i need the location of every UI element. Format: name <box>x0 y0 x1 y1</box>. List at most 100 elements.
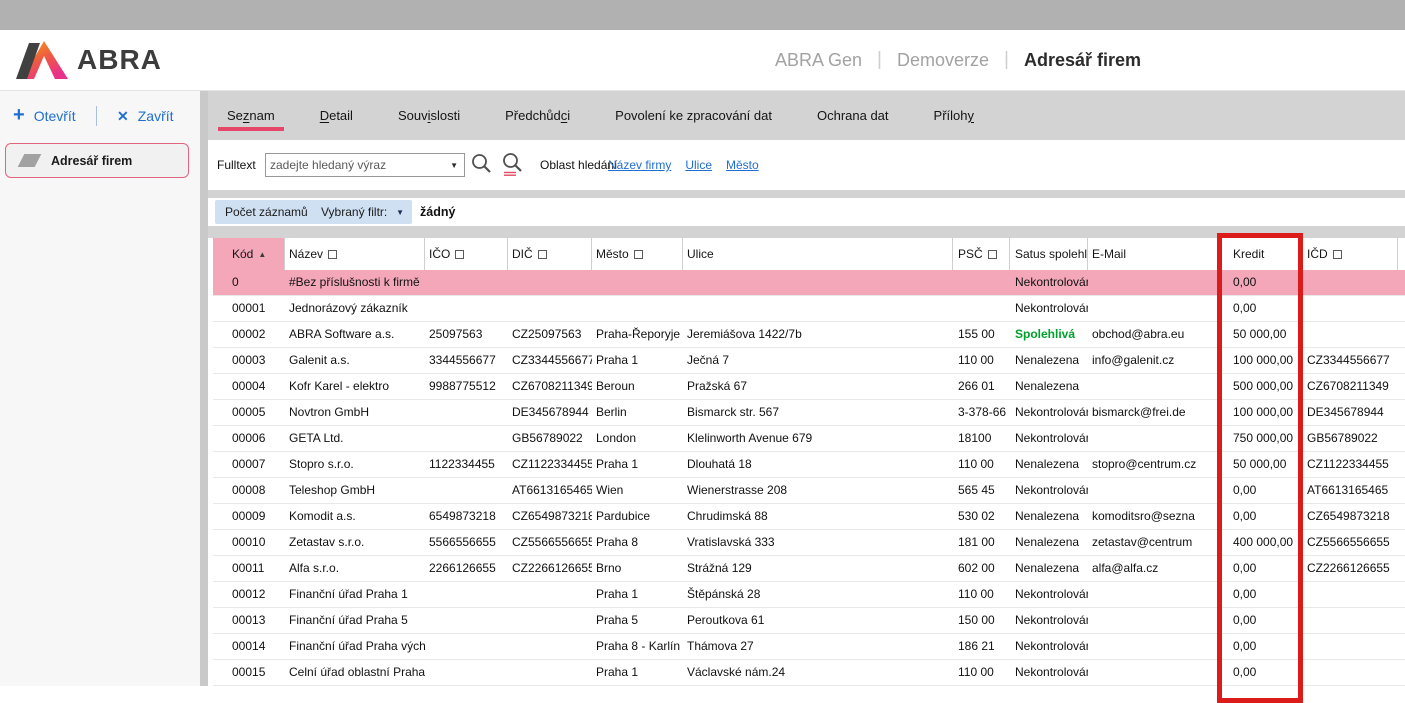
cell-mesto[interactable]: Praha 8 <box>592 530 683 555</box>
cell-status[interactable]: Nekontrolována <box>1010 660 1088 685</box>
cell-psc[interactable]: 110 00 <box>953 582 1010 607</box>
cell-nazev[interactable]: #Bez příslušnosti k firmě <box>285 270 425 295</box>
cell-email[interactable] <box>1088 660 1222 685</box>
cell-email[interactable] <box>1088 634 1222 659</box>
cell-psc[interactable]: 266 01 <box>953 374 1010 399</box>
cell-psc[interactable]: 530 02 <box>953 504 1010 529</box>
open-button[interactable]: + Otevřít <box>13 99 76 133</box>
column-filter-icon[interactable] <box>1333 250 1342 259</box>
cell-kredit[interactable]: 50 000,00 <box>1222 452 1299 477</box>
cell-kredit[interactable]: 0,00 <box>1222 608 1299 633</box>
table-row[interactable]: 0#Bez příslušnosti k firmě Nekontrolována… <box>213 270 1405 296</box>
cell-dic[interactable]: CZ3344556677 <box>508 348 592 373</box>
cell-dic[interactable] <box>508 296 592 321</box>
cell-dic[interactable]: CZ5566556655 <box>508 530 592 555</box>
cell-icd[interactable] <box>1299 582 1398 607</box>
search-highlight-icon[interactable] <box>501 140 525 190</box>
cell-mesto[interactable]: Praha 5 <box>592 608 683 633</box>
cell-email[interactable] <box>1088 582 1222 607</box>
cell-ulice[interactable]: Štěpánská 28 <box>683 582 953 607</box>
cell-mesto[interactable]: Praha 1 <box>592 582 683 607</box>
cell-dic[interactable]: CZ6708211349 <box>508 374 592 399</box>
selected-filter-dropdown[interactable]: Vybraný filtr: ▼ <box>313 200 412 224</box>
cell-dic[interactable] <box>508 582 592 607</box>
cell-ulice[interactable]: Dlouhatá 18 <box>683 452 953 477</box>
cell-icd[interactable]: AT6613165465 <box>1299 478 1398 503</box>
cell-kredit[interactable]: 0,00 <box>1222 634 1299 659</box>
cell-ico[interactable]: 25097563 <box>425 322 508 347</box>
cell-status[interactable]: Nekontrolována <box>1010 634 1088 659</box>
table-row[interactable]: 00008Teleshop GmbHAT6613165465WienWiener… <box>213 478 1405 504</box>
cell-mesto[interactable]: Praha 1 <box>592 660 683 685</box>
breadcrumb-app[interactable]: ABRA Gen <box>775 50 862 71</box>
cell-psc[interactable]: 181 00 <box>953 530 1010 555</box>
cell-psc[interactable]: 155 00 <box>953 322 1010 347</box>
tab-p-edch-dci[interactable]: Předchůdci <box>495 91 580 140</box>
cell-dic[interactable]: CZ2266126655 <box>508 556 592 581</box>
cell-dic[interactable]: GB56789022 <box>508 426 592 451</box>
cell-status[interactable]: Spolehlivá <box>1010 322 1088 347</box>
cell-ico[interactable] <box>425 426 508 451</box>
column-header-email[interactable]: E-Mail <box>1088 238 1222 270</box>
cell-kod[interactable]: 00005 <box>213 400 285 425</box>
table-row[interactable]: 00015Celní úřad oblastní PrahaPraha 1Vác… <box>213 660 1405 686</box>
cell-ulice[interactable]: Ječná 7 <box>683 348 953 373</box>
cell-ico[interactable]: 2266126655 <box>425 556 508 581</box>
cell-email[interactable]: info@galenit.cz <box>1088 348 1222 373</box>
cell-kredit[interactable]: 0,00 <box>1222 660 1299 685</box>
column-header-ico[interactable]: IČO <box>425 238 508 270</box>
table-row[interactable]: 00014Finanční úřad Praha východPraha 8 -… <box>213 634 1405 660</box>
cell-nazev[interactable]: Finanční úřad Praha 1 <box>285 582 425 607</box>
cell-kod[interactable]: 00003 <box>213 348 285 373</box>
cell-email[interactable] <box>1088 426 1222 451</box>
cell-nazev[interactable]: GETA Ltd. <box>285 426 425 451</box>
cell-mesto[interactable]: Wien <box>592 478 683 503</box>
cell-mesto[interactable]: Praha-Řeporyje <box>592 322 683 347</box>
column-header-kod[interactable]: Kód▲ <box>213 238 285 270</box>
cell-ico[interactable]: 9988775512 <box>425 374 508 399</box>
cell-ulice[interactable]: Strážná 129 <box>683 556 953 581</box>
cell-status[interactable]: Nekontrolována <box>1010 478 1088 503</box>
tab-p-lohy[interactable]: Přílohy <box>924 91 984 140</box>
cell-status[interactable]: Nekontrolována <box>1010 426 1088 451</box>
cell-dic[interactable] <box>508 660 592 685</box>
cell-ico[interactable] <box>425 400 508 425</box>
cell-psc[interactable]: 602 00 <box>953 556 1010 581</box>
cell-dic[interactable]: AT6613165465 <box>508 478 592 503</box>
cell-kod[interactable]: 00013 <box>213 608 285 633</box>
cell-email[interactable] <box>1088 270 1222 295</box>
cell-status[interactable]: Nenalezena <box>1010 504 1088 529</box>
table-row[interactable]: 00012Finanční úřad Praha 1Praha 1Štěpáns… <box>213 582 1405 608</box>
cell-icd[interactable]: CZ3344556677 <box>1299 348 1398 373</box>
cell-mesto[interactable]: Beroun <box>592 374 683 399</box>
cell-email[interactable]: alfa@alfa.cz <box>1088 556 1222 581</box>
cell-status[interactable]: Nenalezena <box>1010 374 1088 399</box>
tab-detail[interactable]: Detail <box>310 91 363 140</box>
cell-icd[interactable]: DE345678944 <box>1299 400 1398 425</box>
column-header-kredit[interactable]: Kredit <box>1222 238 1299 270</box>
cell-status[interactable]: Nekontrolována <box>1010 270 1088 295</box>
cell-dic[interactable]: CZ6549873218 <box>508 504 592 529</box>
cell-ico[interactable] <box>425 296 508 321</box>
dropdown-arrow-icon[interactable]: ▼ <box>444 161 464 170</box>
cell-status[interactable]: Nenalezena <box>1010 348 1088 373</box>
cell-psc[interactable]: 3-378-66 <box>953 400 1010 425</box>
cell-nazev[interactable]: Alfa s.r.o. <box>285 556 425 581</box>
cell-kod[interactable]: 0 <box>213 270 285 295</box>
cell-ulice[interactable]: Jeremiášova 1422/7b <box>683 322 953 347</box>
cell-ulice[interactable]: Pražská 67 <box>683 374 953 399</box>
scope-link-ulice[interactable]: Ulice <box>685 158 712 172</box>
cell-nazev[interactable]: Finanční úřad Praha východ <box>285 634 425 659</box>
cell-mesto[interactable] <box>592 296 683 321</box>
cell-ico[interactable] <box>425 582 508 607</box>
cell-mesto[interactable]: Berlin <box>592 400 683 425</box>
cell-kredit[interactable]: 0,00 <box>1222 556 1299 581</box>
cell-ulice[interactable] <box>683 270 953 295</box>
cell-mesto[interactable]: Praha 1 <box>592 452 683 477</box>
cell-ulice[interactable] <box>683 296 953 321</box>
cell-kod[interactable]: 00011 <box>213 556 285 581</box>
table-row[interactable]: 00007Stopro s.r.o.1122334455CZ1122334455… <box>213 452 1405 478</box>
cell-psc[interactable]: 150 00 <box>953 608 1010 633</box>
close-button[interactable]: ✕ Zavřít <box>117 99 174 133</box>
cell-ulice[interactable]: Václavské nám.24 <box>683 660 953 685</box>
